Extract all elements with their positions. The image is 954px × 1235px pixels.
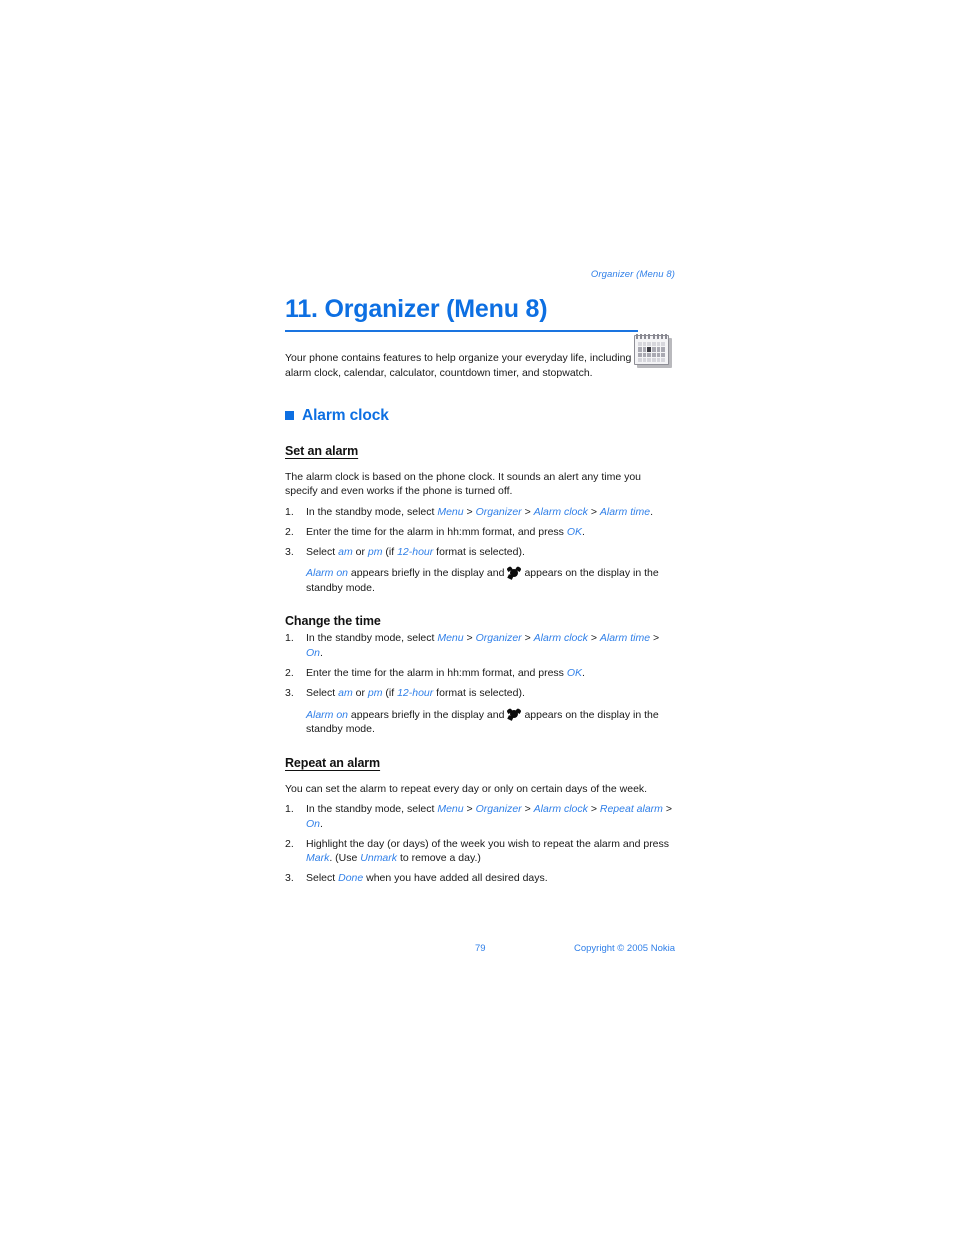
ui-label-pm: pm — [367, 545, 383, 558]
step-text: In the standby mode, select — [306, 632, 438, 645]
square-bullet-icon — [285, 411, 294, 420]
ui-label-12-hour: 12-hour — [397, 545, 434, 558]
step-text-mid2: (if — [382, 545, 398, 558]
step-number: 3. — [285, 545, 294, 558]
set-an-alarm-intro: The alarm clock is based on the phone cl… — [285, 470, 642, 498]
step-text: Select — [306, 545, 339, 558]
step-number: 2. — [285, 837, 294, 850]
heading-rule — [285, 330, 638, 332]
page-title: 11. Organizer (Menu 8) — [285, 295, 548, 323]
chapter-intro-paragraph: Your phone contains features to help org… — [285, 352, 646, 379]
subheading-change-the-time: Change the time — [285, 614, 381, 629]
list-item: 1. In the standby mode, select Menu > Org… — [285, 505, 653, 518]
content-column: Organizer (Menu 8) 11. Organizer (Menu 8… — [285, 268, 675, 892]
step-number: 1. — [285, 505, 294, 518]
section-title: Alarm clock — [302, 407, 389, 424]
list-item: 2. Highlight the day (or days) of the wee… — [285, 837, 675, 866]
step-text: Select — [306, 687, 339, 700]
repeat-an-alarm-steps: 1. In the standby mode, select Menu > Org… — [285, 802, 675, 886]
step-text-mid2: (if — [382, 687, 398, 700]
step-number: 3. — [285, 687, 294, 700]
ui-label-pm: pm — [367, 687, 383, 700]
list-item: 2. Enter the time for the alarm in hh:mm … — [285, 525, 675, 540]
ui-label-alarm-on: Alarm on — [306, 708, 349, 721]
step-text: In the standby mode, select — [306, 505, 438, 518]
list-item: 3. Select Done when you have added all de… — [285, 871, 675, 886]
step-text-tail: to remove a day.) — [397, 852, 481, 865]
ui-path-organizer: Organizer — [475, 632, 522, 645]
ui-path-organizer: Organizer — [475, 505, 522, 518]
step-text-mid: . (Use — [329, 852, 361, 865]
step-text-tail: . — [320, 647, 323, 660]
step-number: 3. — [285, 872, 294, 885]
step-text-tail: when you have added all desired days. — [363, 872, 548, 885]
subheading-repeat-an-alarm: Repeat an alarm — [285, 756, 381, 771]
note-text: appears briefly in the display and — [348, 708, 505, 721]
ui-label-alarm-on: Alarm on — [306, 567, 349, 580]
ui-path-on: On — [306, 647, 321, 660]
step-text: In the standby mode, select — [306, 803, 438, 816]
document-page: Organizer (Menu 8) 11. Organizer (Menu 8… — [0, 0, 954, 1235]
ui-path-alarm-clock: Alarm clock — [533, 803, 588, 816]
ui-label-done: Done — [338, 872, 364, 885]
ui-label-mark: Mark — [306, 852, 330, 865]
alarm-clock-icon — [506, 707, 523, 721]
change-the-time-steps: 1. In the standby mode, select Menu > Org… — [285, 631, 675, 737]
running-header: Organizer (Menu 8) — [590, 269, 675, 280]
note-text: appears briefly in the display and — [348, 567, 505, 580]
ui-path-menu: Menu — [437, 803, 464, 816]
list-item: 1. In the standby mode, select Menu > Org… — [285, 632, 660, 660]
alarm-clock-icon — [506, 566, 523, 580]
list-item: 2. Enter the time for the alarm in hh:mm … — [285, 666, 675, 681]
ui-path-organizer: Organizer — [475, 803, 522, 816]
copyright-notice: Copyright © 2005 Nokia — [574, 943, 675, 954]
list-item: 3. Select am or pm (if 12-hour format is … — [285, 545, 675, 560]
repeat-an-alarm-intro: You can set the alarm to repeat every da… — [285, 782, 648, 795]
calendar-icon — [634, 334, 672, 368]
section-heading-alarm-clock: Alarm clock — [285, 406, 675, 425]
page-footer: 79 Copyright © 2005 Nokia — [285, 941, 675, 957]
ui-label-unmark: Unmark — [360, 852, 398, 865]
step-text-mid: or — [352, 687, 368, 700]
ui-label-ok: OK — [566, 667, 583, 680]
step-text-tail: format is selected). — [433, 545, 525, 558]
ui-label-12-hour: 12-hour — [397, 687, 434, 700]
list-item-note: Alarm on appears briefly in the display … — [285, 707, 675, 737]
ui-label-ok: OK — [566, 525, 583, 538]
ui-path-repeat-alarm: Repeat alarm — [599, 803, 663, 816]
ui-path-on: On — [306, 817, 321, 830]
ui-path-alarm-time: Alarm time — [599, 505, 651, 518]
ui-label-am: am — [338, 687, 353, 700]
chapter-header: 11. Organizer (Menu 8) — [285, 294, 675, 368]
ui-path-menu: Menu — [437, 632, 464, 645]
calendar-icon-grid — [638, 342, 665, 362]
step-text: Highlight the day (or days) of the week … — [306, 837, 670, 850]
step-text-tail: format is selected). — [433, 687, 525, 700]
ui-path-menu: Menu — [437, 505, 464, 518]
ui-path-alarm-time: Alarm time — [599, 632, 651, 645]
step-text: Select — [306, 872, 339, 885]
subheading-set-an-alarm: Set an alarm — [285, 444, 359, 458]
calendar-icon-binding — [636, 334, 667, 339]
step-text-tail: . — [582, 525, 585, 538]
step-text-tail: . — [320, 817, 323, 830]
step-number: 2. — [285, 525, 294, 538]
step-number: 1. — [285, 803, 294, 816]
list-item: 1. In the standby mode, select Menu > Org… — [285, 803, 672, 830]
step-number: 1. — [285, 632, 294, 645]
step-text-tail: . — [650, 505, 653, 518]
page-number: 79 — [475, 943, 486, 954]
ui-path-alarm-clock: Alarm clock — [533, 632, 588, 645]
list-item-note: Alarm on appears briefly in the display … — [285, 566, 675, 595]
ui-path-alarm-clock: Alarm clock — [533, 505, 588, 518]
list-item: 3. Select am or pm (if 12-hour format is … — [285, 686, 675, 701]
step-text: Enter the time for the alarm in hh:mm fo… — [306, 667, 567, 680]
ui-label-am: am — [338, 545, 353, 558]
step-number: 2. — [285, 667, 294, 680]
step-text-mid: or — [352, 545, 368, 558]
step-text-tail: . — [582, 667, 585, 680]
step-text: Enter the time for the alarm in hh:mm fo… — [306, 525, 567, 538]
set-an-alarm-steps: 1. In the standby mode, select Menu > Org… — [285, 505, 675, 596]
